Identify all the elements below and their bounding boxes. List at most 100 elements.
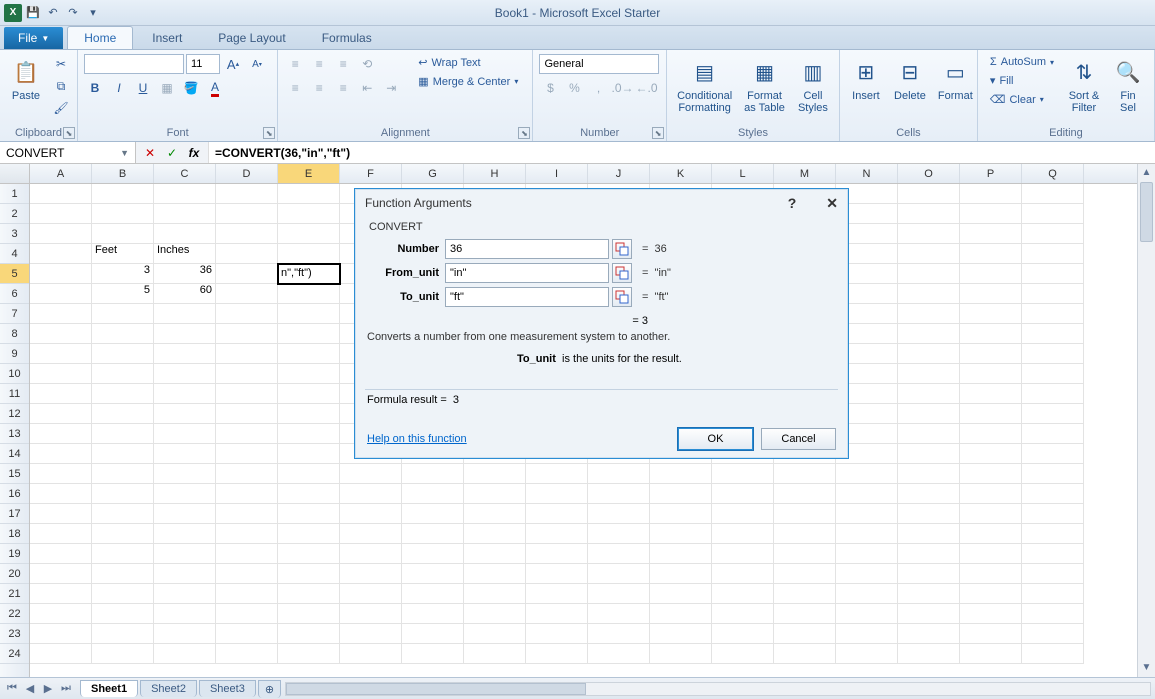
cell[interactable] [526,484,588,504]
scroll-down-icon[interactable]: ▼ [1138,659,1155,677]
cell[interactable] [340,504,402,524]
row-header[interactable]: 1 [0,184,29,204]
cell[interactable] [960,244,1022,264]
cell[interactable] [960,644,1022,664]
sheet-tab-1[interactable]: Sheet1 [80,680,138,697]
cell[interactable] [92,424,154,444]
cell[interactable] [960,204,1022,224]
cell[interactable]: Inches [154,244,216,264]
last-sheet-icon[interactable]: ⏭ [58,682,74,695]
cell[interactable] [154,564,216,584]
cell[interactable] [898,184,960,204]
new-sheet-icon[interactable]: ⊕ [258,680,281,698]
cell[interactable] [30,344,92,364]
cell[interactable] [216,184,278,204]
cell[interactable] [712,464,774,484]
align-right-icon[interactable]: ≡ [332,78,354,98]
cell[interactable] [30,284,92,304]
cell[interactable] [30,304,92,324]
cell[interactable] [712,564,774,584]
align-top-icon[interactable]: ≡ [284,54,306,74]
cell[interactable] [898,464,960,484]
cell[interactable] [216,604,278,624]
increase-indent-icon[interactable]: ⇥ [380,78,402,98]
number-format-select[interactable] [539,54,659,74]
cell[interactable] [92,384,154,404]
cell[interactable] [216,304,278,324]
cell[interactable] [588,604,650,624]
cell[interactable] [30,644,92,664]
paste-button[interactable]: 📋 Paste [6,54,46,104]
cell[interactable] [526,624,588,644]
cell[interactable] [526,604,588,624]
cell[interactable] [154,184,216,204]
column-header[interactable]: F [340,164,402,183]
cell[interactable] [30,404,92,424]
row-header[interactable]: 5 [0,264,29,284]
insert-cells-button[interactable]: ⊞Insert [846,54,886,104]
next-sheet-icon[interactable]: ▶ [40,682,56,695]
scroll-up-icon[interactable]: ▲ [1138,164,1155,182]
cell[interactable] [1022,424,1084,444]
cell[interactable] [774,504,836,524]
font-name-input[interactable] [84,54,184,74]
cell[interactable] [960,364,1022,384]
cell[interactable] [1022,524,1084,544]
cell[interactable] [154,504,216,524]
cell[interactable] [836,524,898,544]
cell[interactable] [960,464,1022,484]
cell[interactable] [278,324,340,344]
cell[interactable] [1022,464,1084,484]
column-header[interactable]: L [712,164,774,183]
cell[interactable] [960,384,1022,404]
sheet-tab-3[interactable]: Sheet3 [199,680,256,697]
cell[interactable] [526,464,588,484]
cell[interactable] [1022,624,1084,644]
row-header[interactable]: 12 [0,404,29,424]
autosum-button[interactable]: ΣAutoSum▾ [984,54,1060,70]
cell[interactable] [1022,324,1084,344]
row-header[interactable]: 22 [0,604,29,624]
cell[interactable] [278,384,340,404]
horizontal-scroll-thumb[interactable] [286,683,586,695]
cell[interactable] [650,524,712,544]
cell[interactable] [92,184,154,204]
cell[interactable] [526,564,588,584]
cell[interactable] [216,444,278,464]
range-selector-icon[interactable] [612,239,632,259]
cell[interactable] [92,304,154,324]
vertical-scrollbar[interactable]: ▲ ▼ [1137,164,1155,677]
cell[interactable] [712,544,774,564]
cell[interactable] [836,624,898,644]
cell[interactable] [960,304,1022,324]
row-header[interactable]: 14 [0,444,29,464]
cell[interactable] [1022,604,1084,624]
cell[interactable] [340,544,402,564]
formula-input[interactable] [215,146,1149,160]
cell[interactable] [898,284,960,304]
cell[interactable] [154,544,216,564]
cell[interactable] [216,384,278,404]
arg-input-number[interactable] [445,239,609,259]
align-bottom-icon[interactable]: ≡ [332,54,354,74]
cell[interactable] [526,644,588,664]
cell[interactable] [216,204,278,224]
cell[interactable] [774,644,836,664]
copy-icon[interactable]: ⧉ [50,76,72,96]
cell[interactable] [464,544,526,564]
cell[interactable] [92,344,154,364]
cell[interactable] [960,284,1022,304]
cell[interactable] [92,624,154,644]
cell[interactable] [216,564,278,584]
cell[interactable] [278,344,340,364]
cell[interactable] [588,484,650,504]
cell[interactable] [30,424,92,444]
insert-function-icon[interactable]: fx [186,145,202,161]
cell[interactable] [774,564,836,584]
bold-button[interactable]: B [84,78,106,98]
format-as-table-button[interactable]: ▦Format as Table [740,54,789,116]
cell[interactable] [30,544,92,564]
qat-customize-icon[interactable]: ▾ [84,4,102,22]
arg-input-to_unit[interactable] [445,287,609,307]
cell[interactable] [650,624,712,644]
